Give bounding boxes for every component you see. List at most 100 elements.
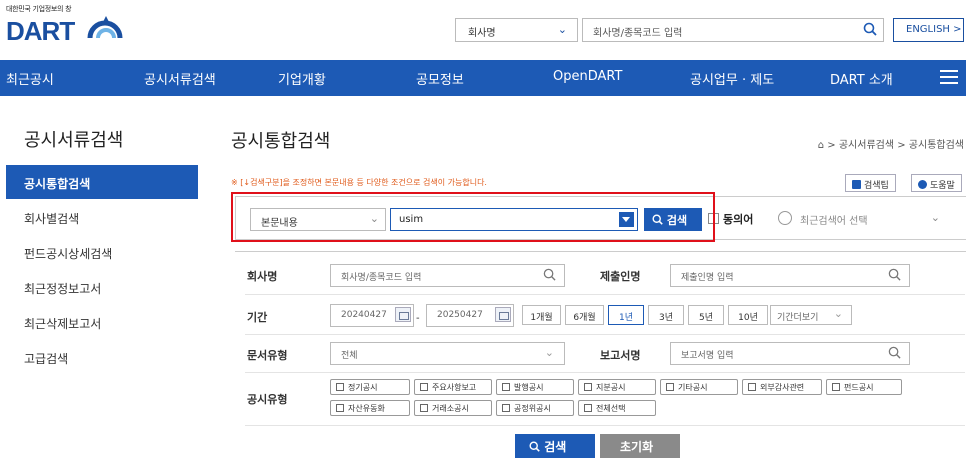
sidebar-item-advanced[interactable]: 고급검색: [6, 340, 198, 374]
nav-item-company[interactable]: 기업개황: [278, 69, 326, 88]
search-icon[interactable]: [863, 22, 877, 36]
company-type-select[interactable]: 회사명 ⌄: [455, 18, 578, 42]
period-1m-button[interactable]: 1개월: [522, 305, 561, 325]
disclosure-type-label-text: 기타공시: [678, 383, 708, 392]
company-label: 회사명: [247, 270, 278, 283]
disclosure-type-label-text: 공정위공시: [514, 404, 551, 413]
nav-item-opendart[interactable]: OpenDART: [553, 69, 622, 84]
submitter-input[interactable]: 제출인명 입력: [670, 264, 910, 287]
sidebar-title: 공시서류검색: [24, 130, 124, 151]
period-10y-button[interactable]: 10년: [728, 305, 768, 325]
sidebar-item-integrated[interactable]: 공시통합검색: [6, 165, 198, 199]
submitter-label: 제출인명: [600, 270, 641, 283]
company-type-value: 회사명: [468, 28, 496, 39]
select-all-label: 전체선택: [596, 404, 626, 413]
menu-icon[interactable]: [940, 70, 958, 84]
disclosure-type-label-text: 주요사항보고: [432, 383, 477, 392]
period-5y-button[interactable]: 5년: [688, 305, 724, 325]
top-search-input[interactable]: 회사명/종목코드 입력: [582, 18, 884, 42]
nav-item-about[interactable]: DART 소개: [830, 69, 893, 88]
search-icon[interactable]: [888, 268, 901, 281]
reset-button[interactable]: 초기화: [600, 434, 680, 458]
checkbox-box: [584, 404, 592, 412]
checkbox-box: [748, 383, 756, 391]
submit-search-label: 검색: [544, 440, 567, 454]
form-divider: [245, 294, 965, 295]
dart-logo-mark-icon: [87, 16, 123, 39]
disclosure-type-label-text: 정기공시: [348, 383, 378, 392]
disclosure-type-label: 공시유형: [247, 393, 288, 406]
chevron-down-icon: ⌄: [833, 307, 843, 320]
search-tip-button[interactable]: 검색팁: [845, 174, 896, 192]
form-divider: [245, 425, 965, 426]
recent-search-select[interactable]: 최근검색어 선택 ⌄: [776, 208, 950, 231]
disclosure-type-label-text: 펀드공시: [844, 383, 874, 392]
calendar-icon[interactable]: [395, 307, 411, 322]
chevron-down-icon: ⌄: [557, 23, 567, 36]
english-button[interactable]: ENGLISH >: [893, 18, 964, 42]
breadcrumb-path[interactable]: 공시서류검색 > 공시통합검색: [839, 140, 964, 151]
disclosure-type-checkbox[interactable]: 지분공시: [578, 379, 656, 395]
company-input[interactable]: 회사명/종목코드 입력: [330, 264, 565, 287]
period-more-label: 기간더보기: [777, 313, 819, 323]
submit-search-button[interactable]: 검색: [515, 434, 595, 458]
checkbox-box: [584, 383, 592, 391]
checkbox-box: [502, 404, 510, 412]
nav-item-offering[interactable]: 공모정보: [416, 69, 464, 88]
disclosure-type-checkbox[interactable]: 외부감사관련: [742, 379, 822, 395]
breadcrumb: ⌂ > 공시서류검색 > 공시통합검색: [818, 136, 964, 151]
search-icon[interactable]: [888, 346, 901, 359]
sidebar-item-by-company[interactable]: 회사별검색: [6, 200, 198, 234]
report-placeholder: 보고서명 입력: [681, 351, 734, 361]
clock-icon: [778, 211, 792, 225]
doctype-select[interactable]: 전체 ⌄: [330, 342, 565, 365]
checkbox-box: [420, 404, 428, 412]
disclosure-type-checkbox[interactable]: 발행공시: [496, 379, 574, 395]
main-nav: 최근공시 공시서류검색 기업개황 공모정보 OpenDART 공시업무 · 제도…: [0, 60, 966, 96]
sidebar-item-corrected[interactable]: 최근정정보고서: [6, 270, 198, 304]
nav-item-recent[interactable]: 최근공시: [6, 69, 54, 88]
disclosure-type-checkbox[interactable]: 자산유동화: [330, 400, 410, 416]
period-1y-button[interactable]: 1년: [608, 305, 644, 325]
disclosure-type-label-text: 거래소공시: [432, 404, 469, 413]
help-button[interactable]: 도움말: [911, 174, 962, 192]
disclosure-type-checkbox[interactable]: 펀드공시: [826, 379, 902, 395]
select-all-checkbox[interactable]: 전체선택: [578, 400, 656, 416]
tip-icon: [852, 180, 861, 189]
disclosure-type-checkbox[interactable]: 정기공시: [330, 379, 410, 395]
checkbox-box: [336, 383, 344, 391]
synonym-label: 동의어: [723, 213, 754, 226]
chevron-down-icon: ⌄: [544, 346, 554, 359]
disclosure-type-label-text: 자산유동화: [348, 404, 385, 413]
submitter-placeholder: 제출인명 입력: [681, 273, 734, 283]
period-6m-button[interactable]: 6개월: [565, 305, 604, 325]
disclosure-type-label-text: 외부감사관련: [760, 383, 805, 392]
checkbox-box: [832, 383, 840, 391]
checkbox-box: [420, 383, 428, 391]
recent-search-placeholder: 최근검색어 선택: [800, 216, 868, 227]
top-search-placeholder: 회사명/종목코드 입력: [593, 28, 683, 39]
disclosure-type-label-text: 발행공시: [514, 383, 544, 392]
report-label: 보고서명: [600, 349, 641, 362]
doctype-value: 전체: [341, 351, 358, 361]
report-input[interactable]: 보고서명 입력: [670, 342, 910, 365]
date-from-value: 20240427: [341, 310, 387, 320]
disclosure-type-checkbox[interactable]: 공정위공시: [496, 400, 574, 416]
disclosure-type-checkbox[interactable]: 주요사항보고: [414, 379, 492, 395]
disclosure-type-checkbox[interactable]: 기타공시: [660, 379, 738, 395]
dart-logo[interactable]: DART: [6, 17, 75, 45]
calendar-icon[interactable]: [495, 307, 511, 322]
nav-item-doc-search[interactable]: 공시서류검색: [144, 69, 216, 88]
period-more-select[interactable]: 기간더보기 ⌄: [770, 305, 852, 325]
company-placeholder: 회사명/종목코드 입력: [341, 273, 422, 283]
period-3y-button[interactable]: 3년: [648, 305, 684, 325]
sidebar-item-fund[interactable]: 펀드공시상세검색: [6, 235, 198, 269]
nav-item-system[interactable]: 공시업무 · 제도: [690, 69, 774, 88]
search-icon[interactable]: [543, 268, 556, 281]
date-dash: -: [416, 313, 420, 324]
logo-tagline: 대한민국 기업정보의 창: [6, 5, 72, 13]
disclosure-type-checkbox[interactable]: 거래소공시: [414, 400, 492, 416]
home-icon[interactable]: ⌂: [818, 140, 824, 151]
help-label: 도움말: [930, 181, 955, 191]
sidebar-item-deleted[interactable]: 최근삭제보고서: [6, 305, 198, 339]
